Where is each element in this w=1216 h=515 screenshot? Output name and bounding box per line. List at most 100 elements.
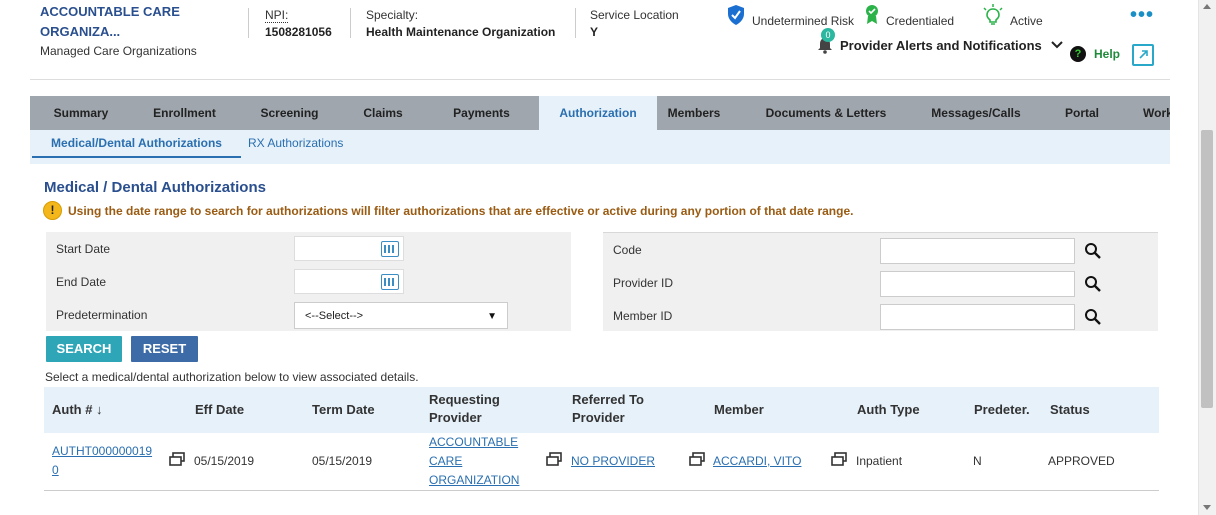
search-form-right: Code Provider ID Member ID — [603, 232, 1158, 331]
col-auth-type[interactable]: Auth Type — [857, 401, 920, 419]
lightbulb-icon — [983, 4, 1003, 25]
scrollbar-thumb[interactable] — [1201, 130, 1213, 408]
col-referred-to-provider[interactable]: Referred To Provider — [572, 391, 644, 427]
requesting-provider-line3: ORGANIZATION — [429, 473, 520, 487]
provider-header: ACCOUNTABLE CARE ORGANIZA... Managed Car… — [30, 0, 1170, 80]
end-date-label: End Date — [56, 275, 107, 289]
section-title: Medical / Dental Authorizations — [44, 179, 266, 196]
open-window-icon[interactable] — [689, 452, 705, 466]
npi-field: NPI: 1508281056 — [265, 8, 332, 39]
popout-window-icon[interactable] — [1132, 44, 1154, 66]
bell-icon: 0 — [816, 28, 835, 54]
predetermination-label: Predetermination — [56, 308, 148, 322]
predetermination-select[interactable]: <--Select--> ▼ — [294, 302, 508, 329]
risk-badge: Undetermined Risk — [726, 2, 854, 28]
open-window-icon[interactable] — [831, 452, 847, 466]
scroll-up-icon[interactable] — [1203, 4, 1211, 9]
tab-screening[interactable]: Screening — [237, 96, 342, 130]
referred-to-provider-link[interactable]: NO PROVIDER — [571, 452, 655, 471]
tab-messages-calls[interactable]: Messages/Calls — [921, 96, 1031, 130]
member-id-input[interactable] — [880, 304, 1075, 330]
reset-button[interactable]: RESET — [131, 336, 198, 362]
search-icon[interactable] — [1084, 275, 1102, 293]
requesting-provider-line1: ACCOUNTABLE — [429, 435, 519, 449]
scroll-down-icon[interactable] — [1203, 505, 1211, 510]
col-member[interactable]: Member — [714, 401, 764, 419]
col-referred-to-line1: Referred To — [572, 392, 644, 407]
subtab-rx[interactable]: RX Authorizations — [248, 130, 343, 158]
status-cell: APPROVED — [1048, 454, 1115, 468]
tab-members[interactable]: Members — [657, 96, 731, 130]
subtab-medical-dental[interactable]: Medical/Dental Authorizations — [32, 130, 241, 158]
right-gutter — [1170, 0, 1198, 515]
end-date-input[interactable] — [294, 269, 404, 294]
tab-payments[interactable]: Payments — [424, 96, 539, 130]
calendar-icon[interactable] — [381, 241, 399, 257]
help-label: Help — [1094, 47, 1121, 61]
ellipsis-icon[interactable]: ••• — [1130, 4, 1154, 27]
help-icon: ? — [1070, 46, 1086, 62]
chevron-down-icon — [1051, 41, 1063, 49]
tab-summary[interactable]: Summary — [30, 96, 132, 130]
active-badge: Active — [982, 2, 1043, 28]
shield-check-icon — [728, 5, 744, 25]
auth-type-cell: Inpatient — [856, 454, 903, 468]
help-link[interactable]: ? Help — [1070, 46, 1120, 62]
service-location-value: Y — [590, 25, 599, 39]
risk-badge-label: Undetermined Risk — [752, 14, 855, 28]
main-tabs: Summary Enrollment Screening Claims Paym… — [30, 96, 1170, 130]
npi-value: 1508281056 — [265, 25, 332, 39]
code-label: Code — [613, 243, 642, 257]
header-divider — [575, 8, 576, 38]
header-divider — [350, 8, 351, 38]
select-hint: Select a medical/dental authorization be… — [45, 370, 419, 384]
open-window-icon[interactable] — [546, 452, 562, 466]
tab-work[interactable]: Work — [1133, 96, 1170, 130]
member-id-label: Member ID — [613, 309, 673, 323]
predetermination-selected: <--Select--> — [305, 310, 364, 322]
header-divider — [248, 8, 249, 38]
search-button[interactable]: SEARCH — [46, 336, 122, 362]
tab-documents-letters[interactable]: Documents & Letters — [731, 96, 921, 130]
eff-date-cell: 05/15/2019 — [194, 454, 255, 468]
tab-portal[interactable]: Portal — [1031, 96, 1133, 130]
col-term-date[interactable]: Term Date — [312, 401, 375, 419]
col-predeter[interactable]: Predeter. — [974, 401, 1030, 419]
tab-authorization[interactable]: Authorization — [539, 96, 657, 130]
start-date-input[interactable] — [294, 236, 404, 261]
open-window-icon[interactable] — [169, 452, 185, 466]
table-row[interactable]: AUTHT000000019 0 05/15/2019 05/15/2019 A… — [44, 433, 1159, 491]
requesting-provider-link[interactable]: ACCOUNTABLE CARE ORGANIZATION — [429, 433, 519, 490]
date-range-notice: ! Using the date range to search for aut… — [43, 201, 853, 220]
search-icon[interactable] — [1084, 242, 1102, 260]
credentialed-badge-label: Credentialed — [886, 14, 955, 28]
provider-id-label: Provider ID — [613, 276, 674, 290]
alerts-count-badge: 0 — [821, 28, 835, 42]
predeter-cell: N — [973, 454, 982, 468]
provider-id-input[interactable] — [880, 271, 1075, 297]
warning-icon: ! — [43, 201, 62, 220]
sub-tabs: Medical/Dental Authorizations RX Authori… — [30, 130, 1170, 164]
member-link[interactable]: ACCARDI, VITO — [713, 452, 801, 471]
specialty-label: Specialty: — [366, 8, 419, 22]
search-form-left: Start Date End Date Predetermination <--… — [46, 232, 571, 331]
col-auth-number[interactable]: Auth # ↓ — [52, 401, 103, 419]
tab-enrollment[interactable]: Enrollment — [132, 96, 237, 130]
requesting-provider-line2: CARE — [429, 454, 463, 468]
active-badge-label: Active — [1010, 14, 1043, 28]
specialty-field: Specialty: Health Maintenance Organizati… — [366, 8, 555, 39]
col-status[interactable]: Status — [1050, 401, 1090, 419]
ribbon-award-icon — [866, 5, 878, 24]
code-input[interactable] — [880, 238, 1075, 264]
auth-number-link[interactable]: AUTHT000000019 0 — [52, 442, 152, 480]
provider-alerts-toggle[interactable]: 0 Provider Alerts and Notifications — [816, 28, 1064, 54]
calendar-icon[interactable] — [381, 274, 399, 290]
notice-text: Using the date range to search for autho… — [68, 203, 854, 218]
col-eff-date[interactable]: Eff Date — [195, 401, 244, 419]
col-requesting-provider[interactable]: Requesting Provider — [429, 391, 500, 427]
alerts-label: Provider Alerts and Notifications — [840, 37, 1042, 53]
org-name[interactable]: ACCOUNTABLE CARE ORGANIZA... — [40, 2, 240, 42]
start-date-label: Start Date — [56, 242, 111, 256]
search-icon[interactable] — [1084, 308, 1102, 326]
tab-claims[interactable]: Claims — [342, 96, 424, 130]
